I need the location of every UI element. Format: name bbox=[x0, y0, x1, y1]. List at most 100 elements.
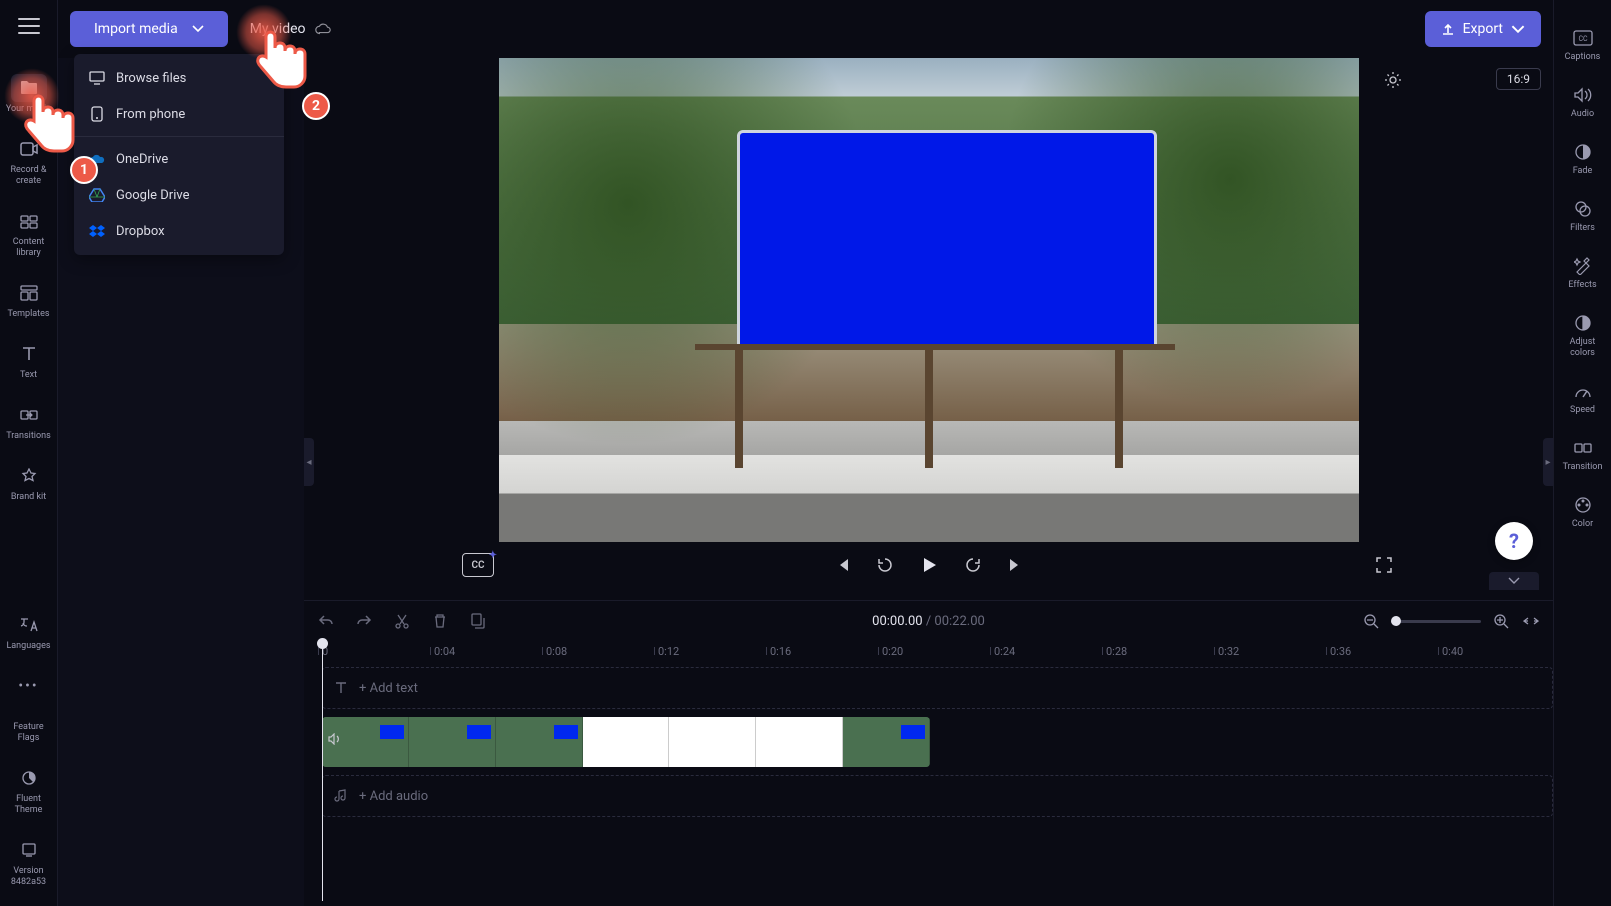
right-label: Audio bbox=[1571, 109, 1594, 120]
dropdown-item-browse-files[interactable]: Browse files bbox=[74, 60, 284, 96]
ruler-tick: 0:16 bbox=[770, 645, 791, 658]
preview-area: 16:9 CC✦ bbox=[304, 58, 1553, 588]
time-current: 00:00.00 bbox=[872, 614, 922, 629]
speed-icon bbox=[1571, 379, 1595, 403]
ruler-tick: 0:24 bbox=[994, 645, 1015, 658]
undo-button[interactable] bbox=[316, 611, 336, 631]
dropdown-item-onedrive[interactable]: OneDrive bbox=[74, 141, 284, 177]
panel-collapse-right[interactable]: ▸ bbox=[1543, 438, 1553, 486]
import-media-button[interactable]: Import media bbox=[70, 11, 228, 47]
audio-track[interactable]: + Add audio bbox=[322, 775, 1553, 817]
google-drive-icon bbox=[88, 186, 106, 204]
playhead[interactable] bbox=[322, 641, 323, 901]
record-icon bbox=[11, 135, 47, 163]
project-title[interactable]: My video bbox=[250, 21, 306, 37]
help-button[interactable]: ? bbox=[1495, 522, 1533, 560]
right-item-color[interactable]: Color bbox=[1558, 485, 1608, 538]
video-track[interactable] bbox=[322, 717, 1553, 767]
transitions-icon bbox=[11, 401, 47, 429]
ruler-tick: 0:08 bbox=[546, 645, 567, 658]
skip-forward-button[interactable] bbox=[1003, 553, 1027, 577]
play-button[interactable] bbox=[915, 551, 943, 579]
plus-icon: ✦ bbox=[489, 550, 497, 561]
aspect-ratio-button[interactable]: 16:9 bbox=[1496, 68, 1541, 90]
right-label: Transition bbox=[1563, 462, 1603, 473]
sidebar-item-record-create[interactable]: Record & create bbox=[4, 125, 54, 197]
color-icon bbox=[1571, 493, 1595, 517]
dropdown-label: Google Drive bbox=[116, 188, 189, 203]
sidebar-label: Transitions bbox=[6, 431, 51, 442]
sidebar-item-text[interactable]: Text bbox=[4, 330, 54, 391]
zoom-out-button[interactable] bbox=[1361, 611, 1381, 631]
sidebar-label: Content library bbox=[4, 237, 54, 259]
sidebar-item-fluent-theme[interactable]: Fluent Theme bbox=[4, 754, 54, 826]
skip-back-button[interactable] bbox=[831, 553, 855, 577]
import-dropdown-menu: Browse files From phone OneDrive Google … bbox=[74, 54, 284, 255]
video-clip[interactable] bbox=[322, 717, 930, 767]
forward-button[interactable] bbox=[961, 553, 985, 577]
sidebar-item-transitions[interactable]: Transitions bbox=[4, 391, 54, 452]
right-label: Adjust colors bbox=[1558, 337, 1608, 359]
zoom-slider[interactable] bbox=[1391, 620, 1481, 623]
right-item-adjust-colors[interactable]: Adjust colors bbox=[1558, 303, 1608, 367]
sidebar-item-version[interactable]: Version 8482a53 bbox=[4, 826, 54, 898]
sidebar-label: Feature Flags bbox=[4, 722, 54, 744]
video-canvas[interactable] bbox=[499, 58, 1359, 542]
brand-kit-icon bbox=[11, 462, 47, 490]
collapse-down-button[interactable] bbox=[1489, 572, 1539, 590]
theme-icon bbox=[11, 764, 47, 792]
dropdown-item-from-phone[interactable]: From phone bbox=[74, 96, 284, 132]
dropdown-label: Browse files bbox=[116, 71, 186, 86]
right-item-fade[interactable]: Fade bbox=[1558, 132, 1608, 185]
left-sidebar: Your media Record & create Content libra… bbox=[0, 0, 58, 906]
right-item-effects[interactable]: Effects bbox=[1558, 246, 1608, 299]
fullscreen-button[interactable] bbox=[1373, 554, 1395, 576]
ruler-tick: 0:12 bbox=[658, 645, 679, 658]
right-item-transition[interactable]: Transition bbox=[1558, 428, 1608, 481]
zoom-in-button[interactable] bbox=[1491, 611, 1511, 631]
right-item-speed[interactable]: Speed bbox=[1558, 371, 1608, 424]
sidebar-item-brand-kit[interactable]: Brand kit bbox=[4, 452, 54, 513]
chevron-down-icon bbox=[1511, 22, 1525, 36]
sidebar-item-templates[interactable]: Templates bbox=[4, 269, 54, 330]
redo-button[interactable] bbox=[354, 611, 374, 631]
delete-button[interactable] bbox=[430, 611, 450, 631]
templates-icon bbox=[11, 279, 47, 307]
audio-track-icon bbox=[333, 788, 349, 804]
sidebar-item-more[interactable]: ••• bbox=[4, 662, 54, 712]
rewind-button[interactable] bbox=[873, 553, 897, 577]
duplicate-button[interactable] bbox=[468, 611, 488, 631]
right-item-audio[interactable]: Audio bbox=[1558, 75, 1608, 128]
adjust-colors-icon bbox=[1571, 311, 1595, 335]
dropdown-item-dropbox[interactable]: Dropbox bbox=[74, 213, 284, 249]
right-label: Captions bbox=[1565, 52, 1601, 63]
hamburger-menu-icon[interactable] bbox=[18, 18, 40, 34]
sidebar-label: Fluent Theme bbox=[4, 794, 54, 816]
panel-collapse-left[interactable]: ◂ bbox=[304, 438, 314, 486]
zoom-fit-button[interactable] bbox=[1521, 611, 1541, 631]
sidebar-item-feature-flags[interactable]: Feature Flags bbox=[4, 712, 54, 754]
split-button[interactable] bbox=[392, 611, 412, 631]
export-button[interactable]: Export bbox=[1425, 11, 1541, 47]
folder-icon bbox=[11, 74, 47, 102]
text-track[interactable]: + Add text bbox=[322, 667, 1553, 709]
timeline: 00:00.00 / 00:22.00 00:040:080:120:160:2… bbox=[304, 600, 1553, 906]
dropdown-item-google-drive[interactable]: Google Drive bbox=[74, 177, 284, 213]
timeline-ruler[interactable]: 00:040:080:120:160:200:240:280:320:360:4… bbox=[304, 641, 1553, 667]
timecode: 00:00.00 / 00:22.00 bbox=[872, 614, 985, 629]
version-icon bbox=[11, 836, 47, 864]
cloud-sync-icon bbox=[314, 22, 332, 36]
ruler-tick: 0:36 bbox=[1330, 645, 1351, 658]
captions-button[interactable]: CC✦ bbox=[462, 553, 494, 577]
canvas-settings-button[interactable] bbox=[1381, 68, 1405, 92]
phone-icon bbox=[88, 105, 106, 123]
right-item-captions[interactable]: CC Captions bbox=[1558, 18, 1608, 71]
add-text-label: + Add text bbox=[359, 681, 418, 696]
right-item-filters[interactable]: Filters bbox=[1558, 189, 1608, 242]
sidebar-item-your-media[interactable]: Your media bbox=[4, 64, 54, 125]
canvas-wrap: 16:9 bbox=[304, 58, 1553, 542]
billboard-blue-screen bbox=[737, 130, 1157, 350]
svg-text:CC: CC bbox=[1578, 35, 1588, 43]
sidebar-item-content-library[interactable]: Content library bbox=[4, 197, 54, 269]
sidebar-item-languages[interactable]: Languages bbox=[4, 601, 54, 662]
